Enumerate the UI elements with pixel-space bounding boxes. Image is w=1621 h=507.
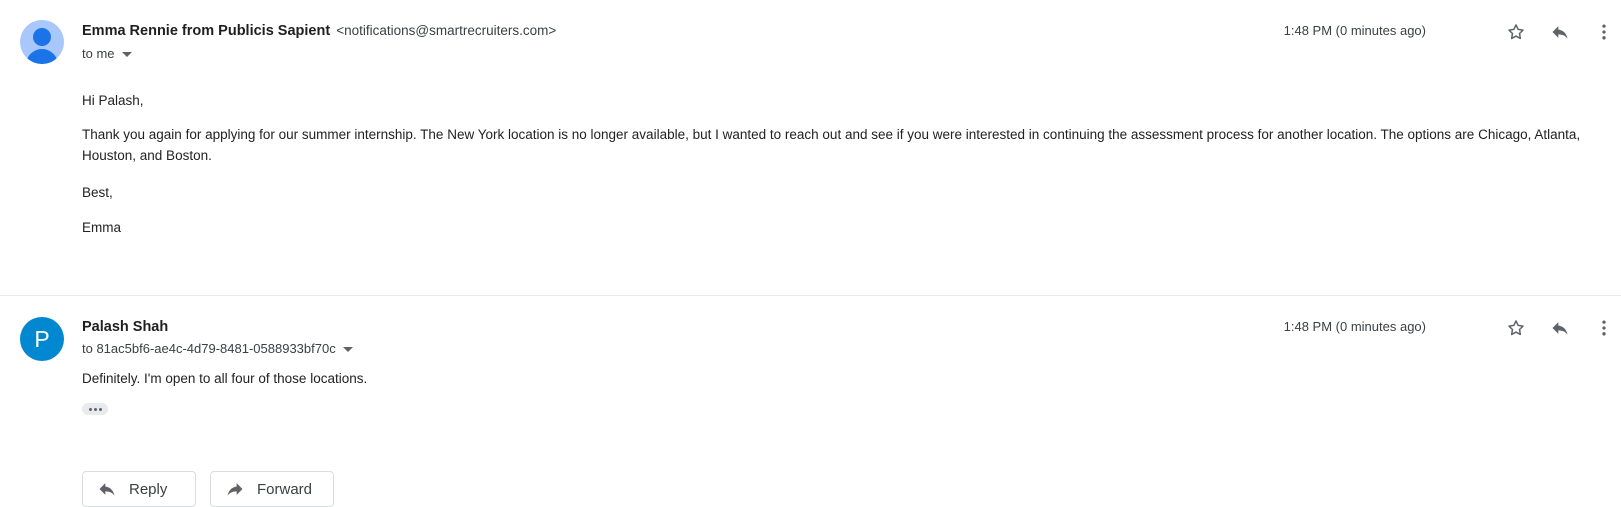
sender-line: Palash Shah — [82, 319, 168, 335]
sender-name[interactable]: Palash Shah — [82, 319, 168, 335]
message-body-paragraph: Definitely. I'm open to all four of thos… — [82, 371, 368, 386]
reply-button[interactable] — [1546, 18, 1574, 46]
more-vertical-icon — [1602, 320, 1606, 336]
sender-email: <notifications@smartrecruiters.com> — [336, 23, 557, 38]
forward-action-label: Forward — [257, 480, 313, 498]
reply-icon — [97, 479, 117, 499]
more-options-button[interactable] — [1590, 314, 1618, 342]
message-timestamp: 1:48 PM (0 minutes ago) — [1283, 23, 1426, 38]
email-message: Emma Rennie from Publicis Sapient <notif… — [0, 0, 1621, 295]
message-body-signoff: Best, — [82, 185, 113, 200]
star-button[interactable] — [1502, 314, 1530, 342]
message-body-signature: Emma — [82, 220, 122, 235]
reply-action-label: Reply — [129, 480, 168, 498]
show-trimmed-content-button[interactable] — [82, 403, 108, 415]
sender-avatar[interactable] — [20, 20, 64, 64]
message-timestamp: 1:48 PM (0 minutes ago) — [1283, 319, 1426, 334]
sender-name[interactable]: Emma Rennie from Publicis Sapient — [82, 23, 330, 39]
person-avatar-icon — [33, 28, 51, 46]
email-message: P Palash Shah to 81ac5bf6-ae4c-4d79-8481… — [0, 296, 1621, 507]
reply-action-button[interactable]: Reply — [82, 471, 196, 507]
caret-down-icon[interactable] — [342, 347, 353, 352]
reply-button[interactable] — [1546, 314, 1574, 342]
caret-down-icon[interactable] — [121, 52, 132, 57]
star-icon — [1508, 24, 1524, 40]
ellipsis-dot — [88, 407, 92, 411]
sender-avatar[interactable]: P — [20, 317, 64, 361]
ellipsis-dot — [93, 407, 97, 411]
forward-icon — [225, 479, 245, 499]
sender-line: Emma Rennie from Publicis Sapient <notif… — [82, 23, 556, 39]
message-body-greeting: Hi Palash, — [82, 93, 144, 108]
reply-icon — [1552, 322, 1568, 335]
reply-icon — [1552, 26, 1568, 39]
star-icon — [1508, 320, 1524, 336]
recipient-label: to me — [82, 46, 115, 61]
ellipsis-dot — [98, 407, 102, 411]
recipient-label: to 81ac5bf6-ae4c-4d79-8481-0588933bf70c — [82, 341, 336, 356]
message-body-paragraph: Thank you again for applying for our sum… — [82, 127, 1581, 163]
person-avatar-body — [26, 49, 58, 64]
more-options-button[interactable] — [1590, 18, 1618, 46]
more-vertical-icon — [1602, 24, 1606, 40]
forward-action-button[interactable]: Forward — [210, 471, 334, 507]
recipient-details-toggle[interactable]: to me — [82, 46, 132, 61]
recipient-details-toggle[interactable]: to 81ac5bf6-ae4c-4d79-8481-0588933bf70c — [82, 341, 353, 356]
star-button[interactable] — [1502, 18, 1530, 46]
